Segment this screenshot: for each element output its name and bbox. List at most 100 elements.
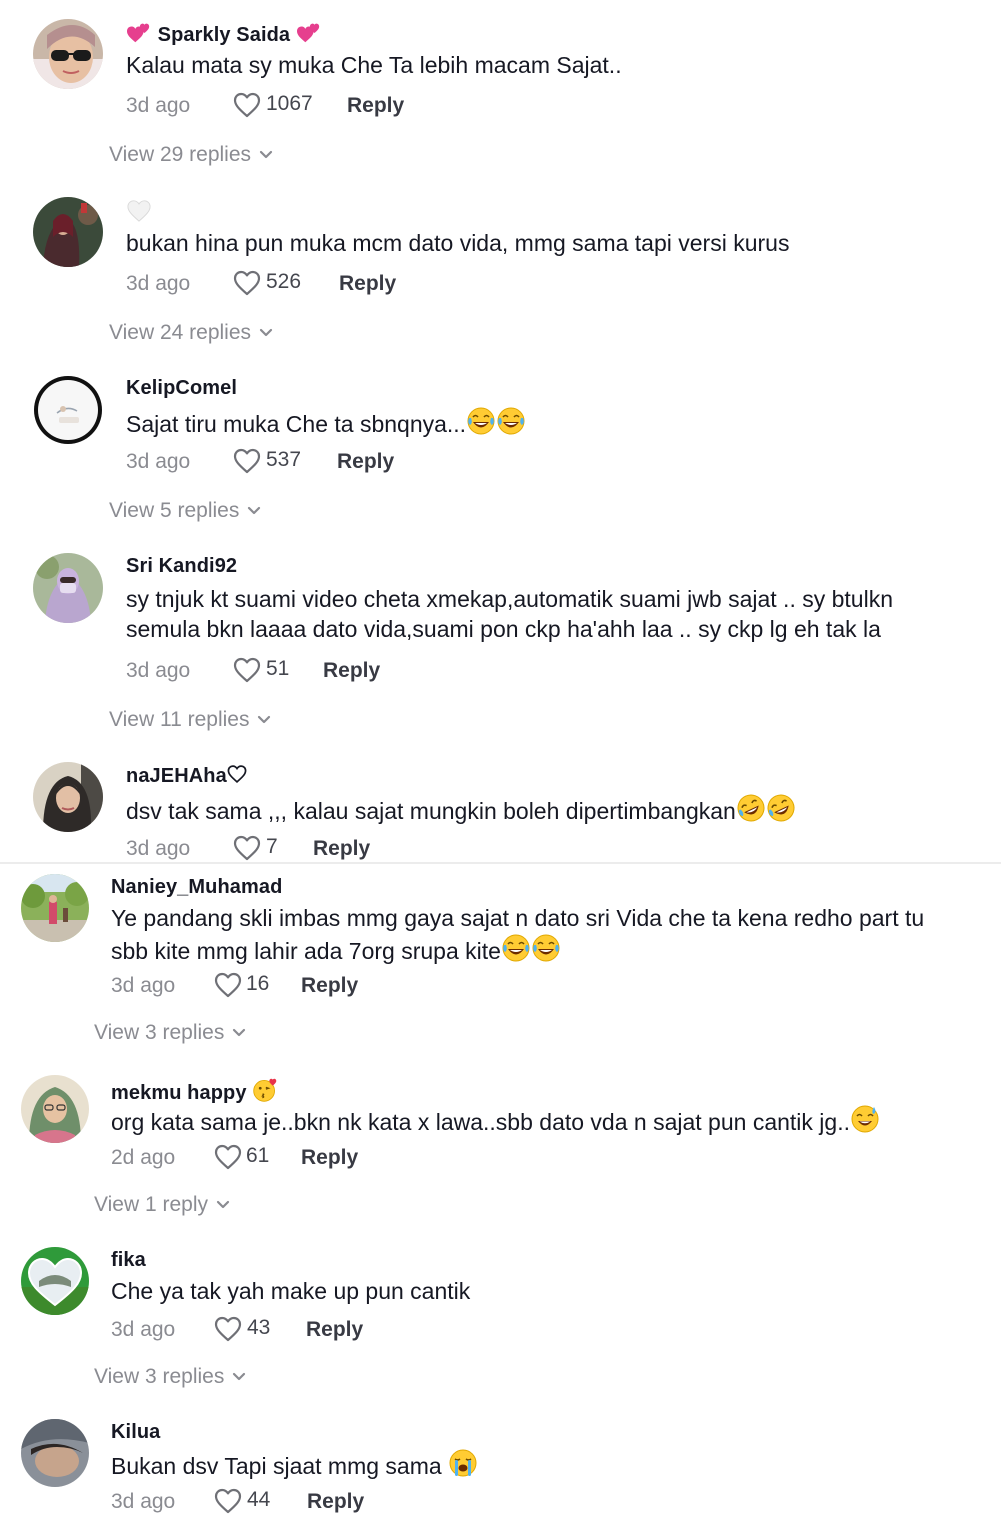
chevron-down-icon	[257, 715, 271, 725]
heart-outline-icon[interactable]	[233, 657, 261, 683]
comment-text-content: dsv tak sama ,,, kalau sajat mungkin bol…	[126, 798, 736, 824]
view-replies-button[interactable]: View 3 replies	[94, 1365, 246, 1389]
avatar[interactable]	[21, 1419, 89, 1487]
view-replies-button[interactable]: View 5 replies	[109, 499, 261, 523]
heart-outline-icon[interactable]	[233, 270, 261, 296]
tears-of-joy-icon	[466, 406, 496, 436]
rofl-icon	[766, 793, 796, 823]
avatar[interactable]	[21, 874, 89, 942]
heart-outline-icon[interactable]	[214, 1316, 242, 1342]
comment-time: 3d ago	[126, 272, 191, 295]
comment-text: Ye pandang skli imbas mmg gaya sajat n d…	[111, 903, 951, 966]
comment-text-content: Bukan dsv Tapi sjaat mmg sama	[111, 1453, 442, 1479]
view-replies-label: View 11 replies	[109, 708, 250, 731]
like-count: 44	[247, 1488, 271, 1511]
view-replies-label: View 29 replies	[109, 143, 252, 166]
reply-button[interactable]: Reply	[313, 837, 370, 861]
reply-button[interactable]: Reply	[306, 1318, 363, 1342]
view-replies-label: View 5 replies	[109, 499, 240, 522]
like-count: 51	[266, 657, 290, 680]
two-hearts-icon	[126, 21, 152, 45]
like-count: 43	[247, 1316, 271, 1339]
avatar[interactable]	[33, 19, 103, 89]
chevron-down-icon	[259, 150, 273, 160]
like-count: 16	[246, 972, 270, 995]
comment-username[interactable]	[126, 199, 152, 226]
comments-section-top: Sparkly Saida Kalau mata sy muka Che Ta …	[0, 0, 1001, 862]
view-replies-button[interactable]: View 11 replies	[109, 708, 271, 732]
comment-time: 3d ago	[111, 1490, 176, 1513]
two-hearts-icon	[296, 21, 322, 45]
reply-button[interactable]: Reply	[301, 974, 358, 998]
chevron-down-icon	[232, 1028, 246, 1038]
comment-username[interactable]: fika	[111, 1249, 146, 1272]
reply-button[interactable]: Reply	[337, 450, 394, 474]
comment-text: org kata sama je..bkn nk kata x lawa..sb…	[111, 1104, 951, 1137]
rofl-icon	[736, 793, 766, 823]
reply-button[interactable]: Reply	[301, 1146, 358, 1170]
like-count: 1067	[266, 92, 313, 115]
comment-time: 3d ago	[126, 94, 191, 117]
comment-time: 3d ago	[111, 1318, 176, 1341]
comment-text: Kalau mata sy muka Che Ta lebih macam Sa…	[126, 52, 622, 78]
view-replies-button[interactable]: View 3 replies	[94, 1021, 246, 1045]
sweat-smile-icon	[850, 1104, 880, 1134]
username-text: naJEHAha	[126, 765, 227, 787]
comment-text: Bukan dsv Tapi sjaat mmg sama	[111, 1448, 951, 1481]
username-text: mekmu happy	[111, 1082, 247, 1104]
like-count: 7	[266, 835, 278, 858]
comment-time: 2d ago	[111, 1146, 176, 1169]
view-replies-button[interactable]: View 1 reply	[94, 1193, 230, 1217]
tears-of-joy-icon	[531, 933, 561, 963]
reply-button[interactable]: Reply	[307, 1490, 364, 1514]
heart-outline-icon[interactable]	[233, 448, 261, 474]
white-heart-icon	[126, 199, 152, 223]
comment-username[interactable]: KelipComel	[126, 377, 237, 400]
heart-outline-icon[interactable]	[233, 835, 261, 861]
view-replies-label: View 3 replies	[94, 1365, 225, 1388]
comment-username[interactable]: Sparkly Saida	[126, 21, 322, 47]
comment-username[interactable]: naJEHAha	[126, 764, 247, 788]
avatar[interactable]	[33, 197, 103, 267]
avatar[interactable]	[33, 553, 103, 623]
comment-username[interactable]: Naniey_Muhamad	[111, 876, 282, 899]
avatar[interactable]	[21, 1075, 89, 1143]
comment-time: 3d ago	[126, 837, 191, 860]
heart-outline-icon	[227, 765, 247, 783]
username-text: Sparkly Saida	[157, 24, 291, 46]
chevron-down-icon	[232, 1372, 246, 1382]
heart-outline-icon[interactable]	[214, 972, 242, 998]
comment-text-content: Sajat tiru muka Che ta sbnqnya...	[126, 411, 467, 437]
like-count: 61	[246, 1144, 270, 1167]
avatar[interactable]	[21, 1247, 89, 1315]
reply-button[interactable]: Reply	[347, 94, 404, 118]
comment-username[interactable]: Sri Kandi92	[126, 555, 237, 578]
comment-username[interactable]: Kilua	[111, 1421, 160, 1444]
avatar[interactable]	[33, 375, 103, 445]
avatar[interactable]	[33, 762, 103, 832]
comment-text: Che ya tak yah make up pun cantik	[111, 1278, 471, 1304]
view-replies-label: View 1 reply	[94, 1193, 209, 1216]
loudly-crying-icon	[448, 1448, 478, 1478]
reply-button[interactable]: Reply	[339, 272, 396, 296]
comment-text: sy tnjuk kt suami video cheta xmekap,aut…	[126, 586, 900, 642]
heart-outline-icon[interactable]	[214, 1144, 242, 1170]
tears-of-joy-icon	[501, 933, 531, 963]
comment-time: 3d ago	[126, 450, 191, 473]
reply-button[interactable]: Reply	[323, 659, 380, 683]
comment-time: 3d ago	[126, 659, 191, 682]
comment-text: Sajat tiru muka Che ta sbnqnya...	[126, 406, 966, 439]
heart-outline-icon[interactable]	[214, 1488, 242, 1514]
comments-section-bottom: Naniey_Muhamad Ye pandang skli imbas mmg…	[0, 864, 1001, 1536]
view-replies-button[interactable]: View 29 replies	[109, 143, 273, 167]
tears-of-joy-icon	[496, 406, 526, 436]
view-replies-label: View 3 replies	[94, 1021, 225, 1044]
view-replies-label: View 24 replies	[109, 321, 252, 344]
comment-time: 3d ago	[111, 974, 176, 997]
comment-username[interactable]: mekmu happy	[111, 1077, 278, 1105]
like-count: 537	[266, 448, 302, 471]
comment-text: bukan hina pun muka mcm dato vida, mmg s…	[126, 230, 790, 256]
view-replies-button[interactable]: View 24 replies	[109, 321, 273, 345]
comment-text-content: org kata sama je..bkn nk kata x lawa..sb…	[111, 1109, 850, 1135]
heart-outline-icon[interactable]	[233, 92, 261, 118]
